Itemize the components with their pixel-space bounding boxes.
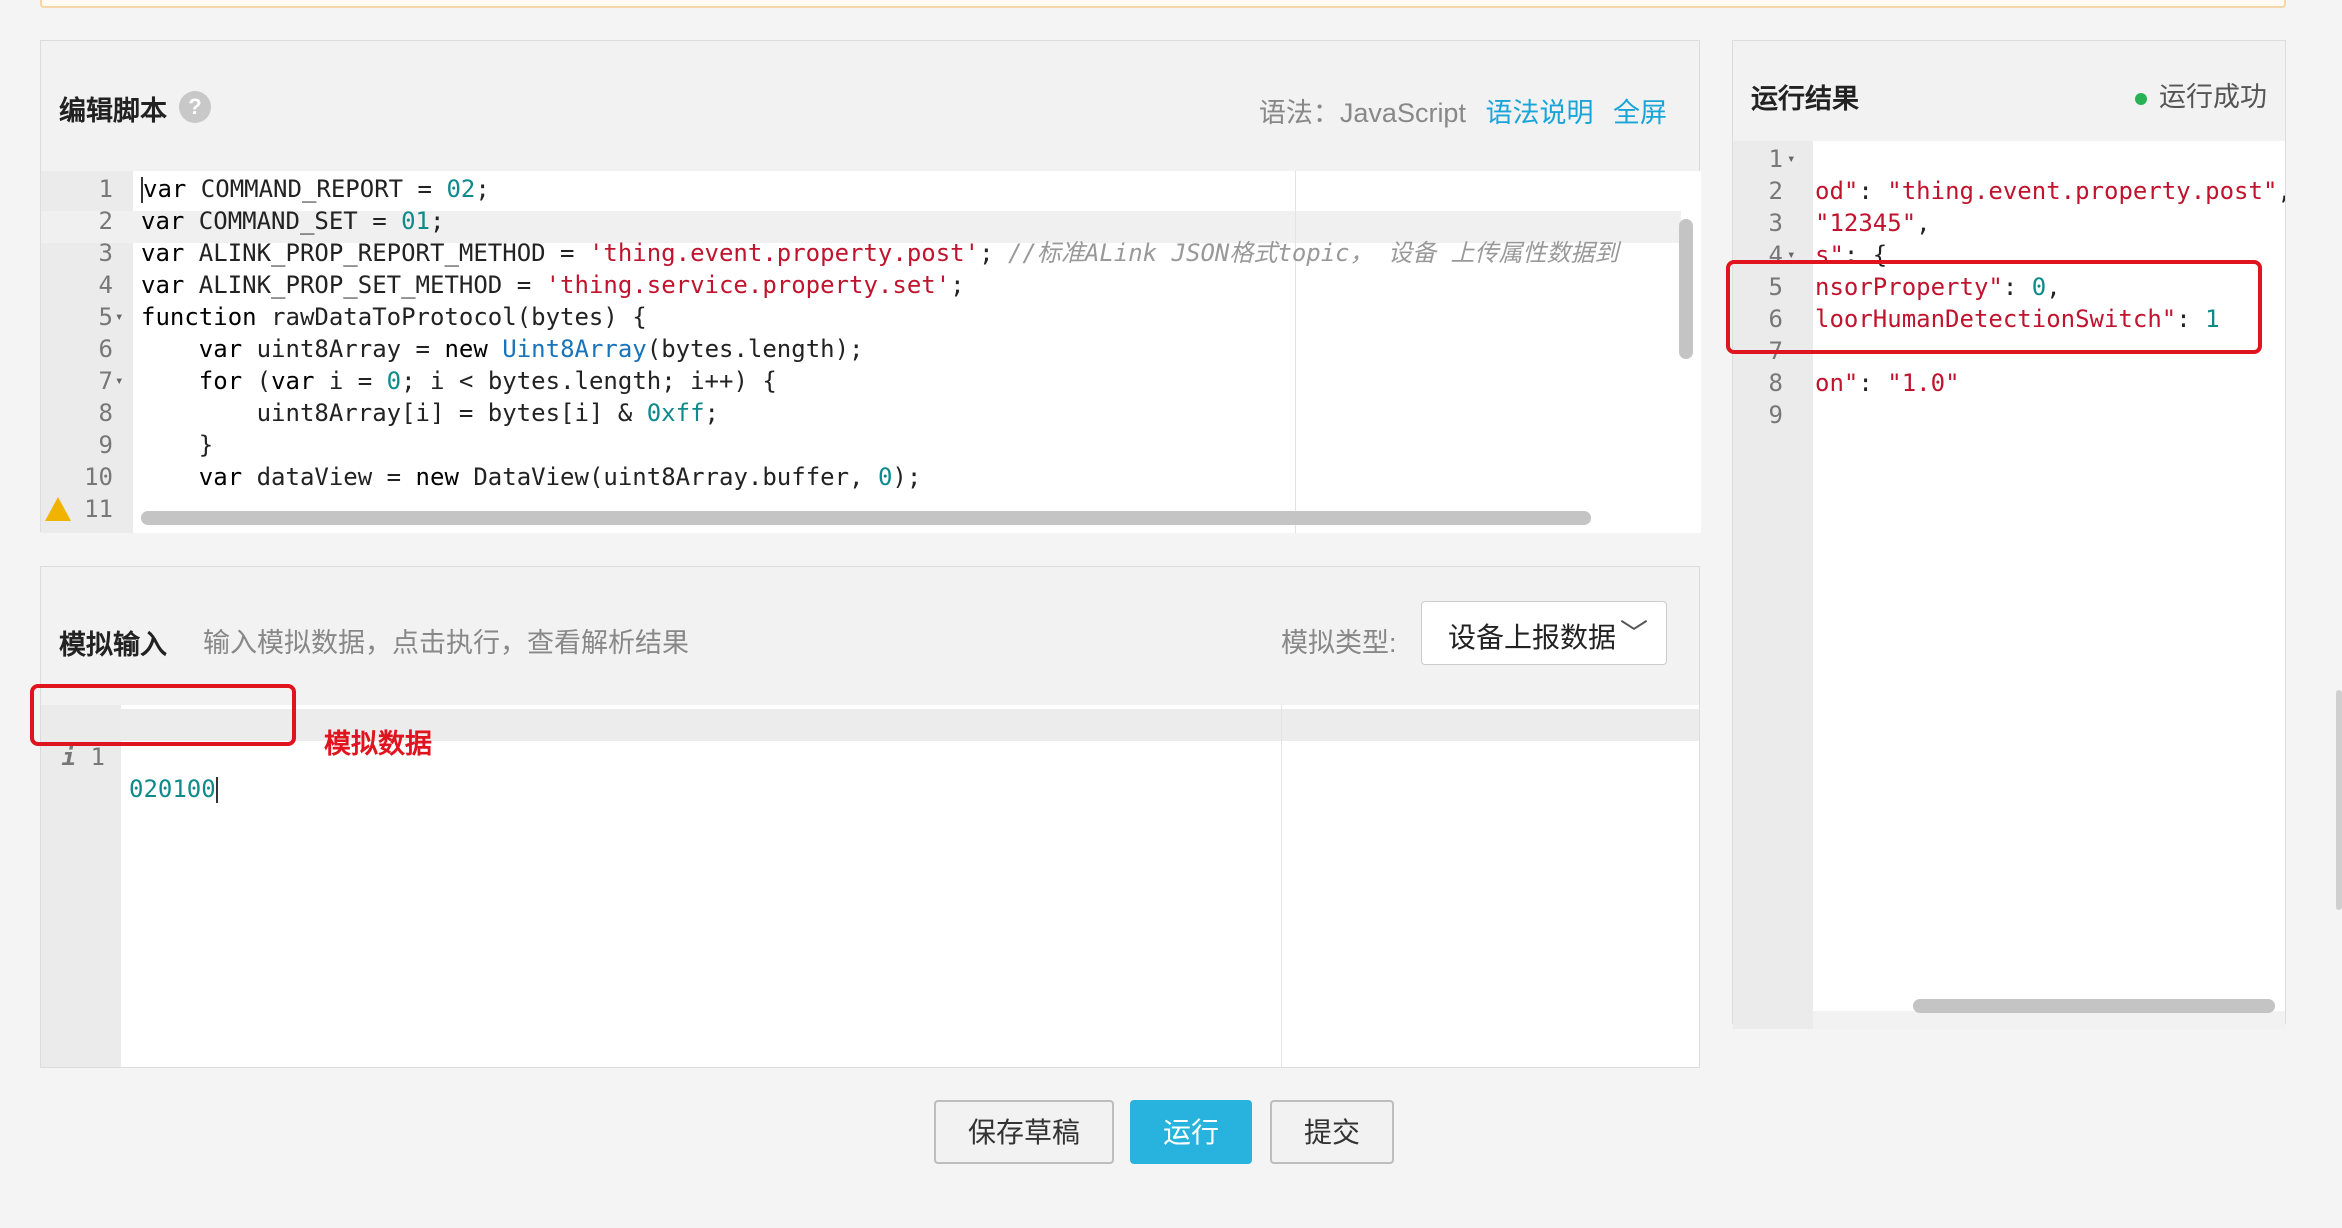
- line-number: 2: [1768, 177, 1783, 205]
- editor-line: 7 ▾ for (var i = 0; i < bytes.length; i++…: [41, 365, 1701, 397]
- line-number: 4: [98, 271, 113, 299]
- input-annotation: 模拟数据: [324, 729, 432, 759]
- fold-toggle-icon[interactable]: ▾: [115, 365, 123, 397]
- line-number: 8: [1768, 369, 1783, 397]
- simulate-type-value: 设备上报数据: [1448, 622, 1617, 653]
- simulate-hint: 输入模拟数据，点击执行，查看解析结果: [203, 628, 689, 658]
- result-text: od": "thing.event.property.post",: [1815, 177, 2285, 205]
- line-number: 2: [98, 207, 113, 235]
- editor-line: 1 var COMMAND_REPORT = 02;: [41, 173, 1701, 205]
- help-icon[interactable]: ?: [179, 91, 211, 123]
- script-editor-panel: 编辑脚本 ? 语法：JavaScript 语法说明 全屏 1 var COMMAN…: [40, 40, 1701, 533]
- result-line: 8 on": "1.0": [1733, 367, 2285, 399]
- fold-toggle-icon[interactable]: ▾: [1787, 143, 1795, 175]
- editor-line: 2 var COMMAND_SET = 01;: [41, 205, 1701, 237]
- editor-line: 3 var ALINK_PROP_REPORT_METHOD = 'thing.e…: [41, 237, 1701, 269]
- simulate-type-select[interactable]: 设备上报数据 ﹀: [1421, 601, 1667, 665]
- code-text: var COMMAND_REPORT = 02;: [141, 175, 490, 203]
- code-text: function rawDataToProtocol(bytes) {: [141, 303, 647, 331]
- code-text: }: [141, 431, 214, 459]
- code-text: var uint8Array = new Uint8Array(bytes.le…: [141, 335, 864, 363]
- line-number: 1: [98, 175, 113, 203]
- simulate-input-value[interactable]: 020100: [129, 773, 218, 805]
- code-text: var dataView = new DataView(uint8Array.b…: [141, 463, 922, 491]
- result-title: 运行结果: [1751, 84, 1859, 114]
- run-result-panel: 运行结果 运行成功 1 ▾ 2 od": "thing.event.property.…: [1732, 40, 2286, 1029]
- notice-bar-edge: [40, 0, 2286, 8]
- line-number: 9: [1768, 401, 1783, 429]
- editor-line: 5 ▾ function rawDataToProtocol(bytes) {: [41, 301, 1701, 333]
- result-text: "12345",: [1815, 209, 1931, 237]
- editor-line: 4 var ALINK_PROP_SET_METHOD = 'thing.serv…: [41, 269, 1701, 301]
- result-horizontal-scrollbar[interactable]: [1913, 999, 2275, 1013]
- syntax-info: 语法：JavaScript 语法说明 全屏: [1259, 91, 1667, 130]
- code-text: var ALINK_PROP_REPORT_METHOD = 'thing.ev…: [141, 239, 1619, 267]
- result-text: on": "1.0": [1815, 369, 1960, 397]
- fullscreen-link[interactable]: 全屏: [1613, 98, 1667, 128]
- code-text: var ALINK_PROP_SET_METHOD = 'thing.servi…: [141, 271, 965, 299]
- result-line: 3 "12345",: [1733, 207, 2285, 239]
- editor-line: 10 var dataView = new DataView(uint8Arra…: [41, 461, 1701, 493]
- run-status-text: 运行成功: [2159, 82, 2267, 112]
- save-draft-button[interactable]: 保存草稿: [934, 1100, 1114, 1164]
- result-line: 9: [1733, 399, 2285, 431]
- line-number: 9: [98, 431, 113, 459]
- line-number: 6: [98, 335, 113, 363]
- editor-line: 6 var uint8Array = new Uint8Array(bytes.…: [41, 333, 1701, 365]
- text-caret: [215, 777, 218, 803]
- result-highlight-box: [1726, 260, 2262, 354]
- line-number: 5: [98, 303, 113, 331]
- script-editor-header: 编辑脚本 ? 语法：JavaScript 语法说明 全屏: [41, 41, 1699, 171]
- syntax-label: 语法：JavaScript: [1258, 98, 1466, 128]
- code-text: var COMMAND_SET = 01;: [141, 207, 445, 235]
- fold-toggle-icon[interactable]: ▾: [115, 301, 123, 333]
- page-scroll-edge[interactable]: [2336, 690, 2342, 910]
- info-icon: i: [61, 743, 77, 771]
- editor-line: 8 uint8Array[i] = bytes[i] & 0xff;: [41, 397, 1701, 429]
- editor-vertical-scrollbar[interactable]: [1679, 219, 1693, 359]
- simulate-type-label: 模拟类型:: [1281, 628, 1397, 658]
- status-dot-icon: [2135, 92, 2147, 105]
- line-number: 1: [1768, 145, 1783, 173]
- script-code-editor[interactable]: 1 var COMMAND_REPORT = 02; 2 var COMMAND_SE…: [41, 171, 1701, 533]
- simulate-input-panel: 模拟输入 输入模拟数据，点击执行，查看解析结果 模拟类型: 设备上报数据 ﹀ i…: [40, 566, 1700, 1068]
- editor-title: 编辑脚本: [59, 96, 167, 126]
- code-text: uint8Array[i] = bytes[i] & 0xff;: [141, 399, 719, 427]
- input-highlight-box: [30, 684, 296, 746]
- result-line: 2 od": "thing.event.property.post",: [1733, 175, 2285, 207]
- syntax-help-link[interactable]: 语法说明: [1485, 98, 1593, 128]
- result-line: 1 ▾: [1733, 143, 2285, 175]
- run-status: 运行成功: [2135, 75, 2267, 114]
- submit-button[interactable]: 提交: [1270, 1100, 1394, 1164]
- simulate-input-editor[interactable]: i 1 020100: [41, 705, 1699, 1067]
- code-text: for (var i = 0; i < bytes.length; i++) {: [141, 367, 777, 395]
- simulate-title: 模拟输入: [59, 630, 167, 660]
- chevron-down-icon: ﹀: [1619, 618, 1648, 649]
- line-number: 8: [98, 399, 113, 427]
- line-number: 3: [1768, 209, 1783, 237]
- line-number: 10: [84, 463, 113, 491]
- simulate-print-margin: [1281, 705, 1282, 1067]
- warning-icon[interactable]: [45, 497, 71, 521]
- line-number: 7: [98, 367, 113, 395]
- line-number: 3: [98, 239, 113, 267]
- editor-horizontal-scrollbar[interactable]: [141, 511, 1591, 525]
- run-button[interactable]: 运行: [1130, 1100, 1252, 1164]
- editor-line: 9 }: [41, 429, 1701, 461]
